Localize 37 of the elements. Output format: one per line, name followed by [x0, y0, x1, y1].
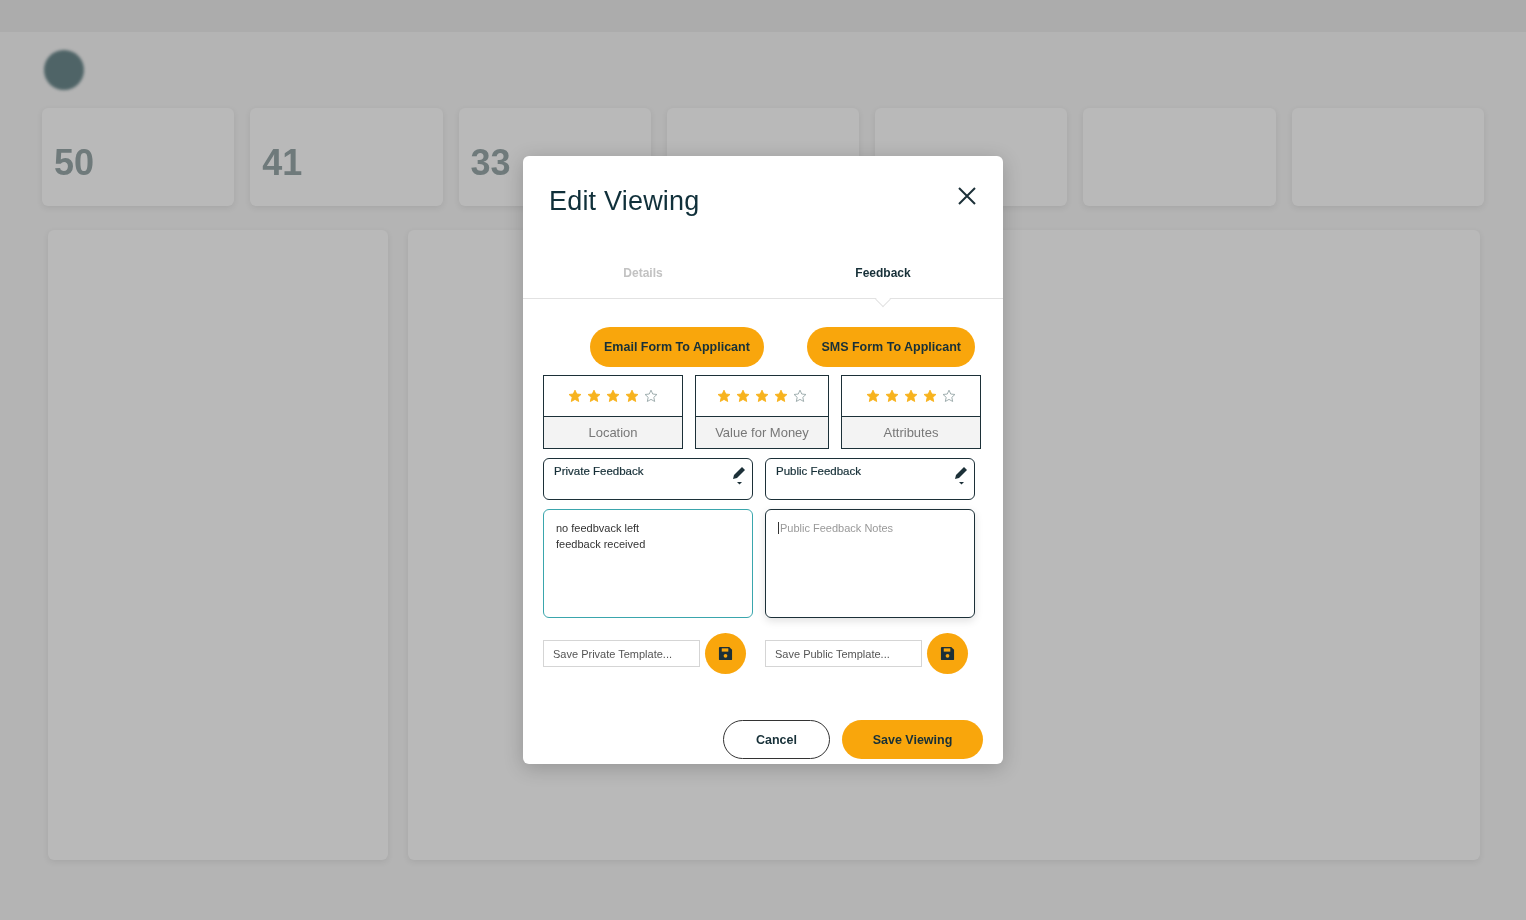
star-icon[interactable] — [904, 389, 918, 403]
star-icon[interactable] — [923, 389, 937, 403]
star-outline-icon[interactable] — [942, 389, 956, 403]
save-template-button[interactable] — [927, 633, 968, 674]
tab[interactable]: Feedback — [763, 262, 1003, 298]
star-icon[interactable] — [717, 389, 731, 403]
star-icon[interactable] — [736, 389, 750, 403]
dialog-title: Edit Viewing — [549, 186, 700, 217]
star-icon[interactable] — [755, 389, 769, 403]
star-icon[interactable] — [568, 389, 582, 403]
save-button[interactable]: Save Viewing — [842, 720, 983, 759]
send-form-button[interactable]: SMS Form To Applicant — [807, 327, 975, 367]
pencil-icon[interactable] — [731, 465, 747, 485]
save-template-button[interactable] — [705, 633, 746, 674]
star-icon[interactable] — [774, 389, 788, 403]
stat-value: 41 — [262, 142, 304, 184]
template-name-field[interactable]: Save Public Template... — [765, 640, 922, 667]
logo-icon — [44, 50, 84, 90]
feedback-dropdown[interactable]: Public Feedback — [765, 458, 975, 500]
rating-label: Location — [544, 417, 682, 448]
star-outline-icon[interactable] — [793, 389, 807, 403]
stat-value: 50 — [54, 142, 96, 184]
star-icon[interactable] — [866, 389, 880, 403]
send-form-button[interactable]: Email Form To Applicant — [590, 327, 764, 367]
star-icon[interactable] — [625, 389, 639, 403]
stat-value: 33 — [470, 142, 512, 184]
rating-label: Value for Money — [696, 417, 828, 448]
feedback-dropdown[interactable]: Private Feedback — [543, 458, 753, 500]
rating-label: Attributes — [842, 417, 980, 448]
pencil-icon[interactable] — [953, 465, 969, 485]
star-outline-icon[interactable] — [644, 389, 658, 403]
cancel-button[interactable]: Cancel — [723, 720, 830, 759]
notes-field[interactable]: no feedbvack left feedback received — [543, 509, 753, 618]
star-icon[interactable] — [606, 389, 620, 403]
star-icon[interactable] — [885, 389, 899, 403]
star-icon[interactable] — [587, 389, 601, 403]
template-name-field[interactable]: Save Private Template... — [543, 640, 700, 667]
